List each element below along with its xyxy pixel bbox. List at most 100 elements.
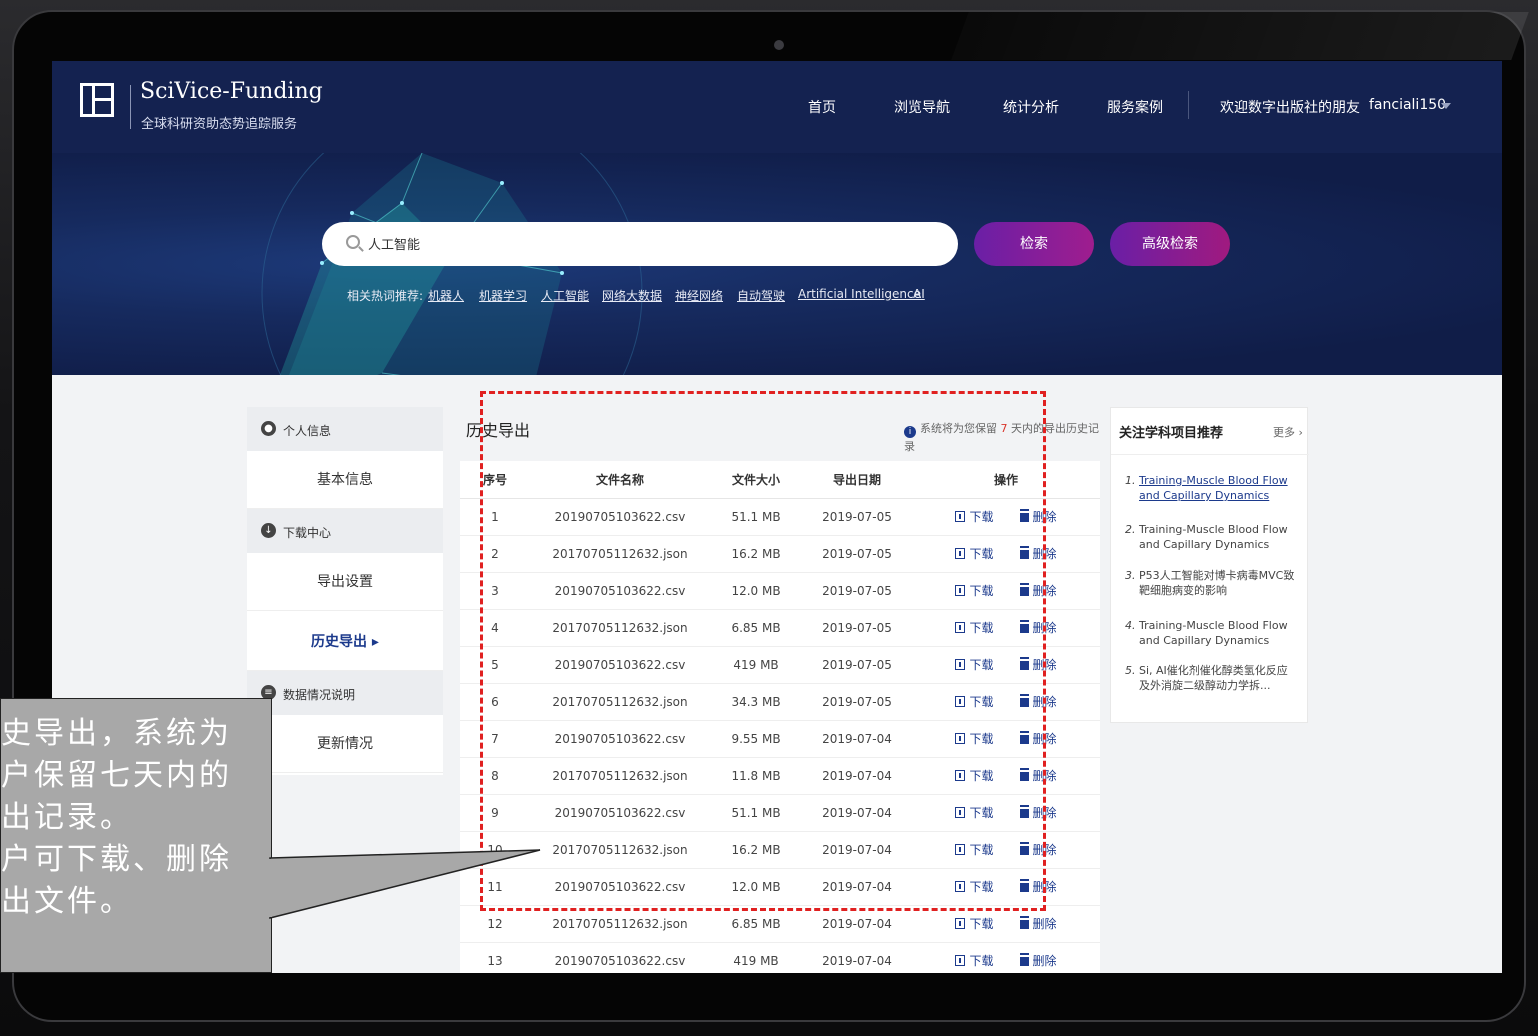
delete-label: 删除 xyxy=(1032,769,1057,783)
file-name: 20170705112632.json xyxy=(530,683,710,721)
delete-button[interactable]: 删除 xyxy=(1019,952,1057,969)
download-label: 下载 xyxy=(969,658,994,672)
delete-button[interactable]: 删除 xyxy=(1019,767,1057,784)
download-label: 下载 xyxy=(969,621,994,635)
trash-icon xyxy=(1019,548,1029,559)
nav-statistics[interactable]: 统计分析 xyxy=(1003,97,1059,117)
nav-home[interactable]: 首页 xyxy=(808,97,836,117)
download-icon xyxy=(955,733,966,744)
item-number: 1. xyxy=(1125,474,1136,487)
delete-label: 删除 xyxy=(1032,917,1057,931)
download-label: 下载 xyxy=(969,732,994,746)
column-header: 文件大小 xyxy=(710,461,802,499)
search-query[interactable]: 人工智能 xyxy=(368,234,420,253)
recommendation-item[interactable]: 1. Training-Muscle Blood Flow and Capilla… xyxy=(1125,473,1295,503)
hot-term-link[interactable]: 自动驾驶 xyxy=(737,287,785,304)
file-size: 51.1 MB xyxy=(710,498,802,536)
delete-button[interactable]: 删除 xyxy=(1019,582,1057,599)
download-button[interactable]: 下载 xyxy=(955,656,994,673)
export-date: 2019-07-04 xyxy=(802,942,912,973)
column-header: 文件名称 xyxy=(530,461,710,499)
callout-line: 户可下载、删除 xyxy=(1,842,232,877)
download-button[interactable]: 下载 xyxy=(955,693,994,710)
item-title: P53人工智能对博卡病毒MVC致靶细胞病变的影响 xyxy=(1139,569,1295,597)
sidebar-item-updates[interactable]: 更新情况 xyxy=(247,715,443,773)
delete-button[interactable]: 删除 xyxy=(1019,693,1057,710)
hot-term-link[interactable]: 人工智能 xyxy=(541,287,589,304)
row-actions: 下载 删除 xyxy=(912,572,1100,610)
delete-button[interactable]: 删除 xyxy=(1019,730,1057,747)
user-menu[interactable]: fanciali150 xyxy=(1369,97,1446,113)
callout-line: 出文件。 xyxy=(1,884,133,919)
download-button[interactable]: 下载 xyxy=(955,767,994,784)
file-name: 20190705103622.csv xyxy=(530,720,710,758)
delete-button[interactable]: 删除 xyxy=(1019,804,1057,821)
column-header: 导出日期 xyxy=(802,461,912,499)
row-actions: 下载 删除 xyxy=(912,646,1100,684)
hot-term-link[interactable]: Artificial Intelligence xyxy=(798,287,921,301)
advanced-search-button[interactable]: 高级检索 xyxy=(1110,222,1230,266)
download-label: 下载 xyxy=(969,584,994,598)
download-button[interactable]: 下载 xyxy=(955,841,994,858)
delete-button[interactable]: 删除 xyxy=(1019,878,1057,895)
sidebar-section-download: ↓ 下载中心 xyxy=(247,509,443,553)
nav-browse[interactable]: 浏览导航 xyxy=(894,97,950,117)
table-row: 7 20190705103622.csv 9.55 MB 2019-07-04 下载 删除 xyxy=(460,720,1100,758)
sidebar-item-export-history[interactable]: 历史导出 ▸ xyxy=(247,613,443,671)
row-actions: 下载 删除 xyxy=(912,720,1100,758)
user-icon: ● xyxy=(261,421,276,436)
row-number: 8 xyxy=(460,757,530,795)
delete-button[interactable]: 删除 xyxy=(1019,619,1057,636)
sidebar-item-export-settings[interactable]: 导出设置 xyxy=(247,553,443,611)
download-label: 下载 xyxy=(969,510,994,524)
delete-button[interactable]: 删除 xyxy=(1019,656,1057,673)
webcam-icon xyxy=(774,40,784,50)
recommendation-item[interactable]: 4. Training-Muscle Blood Flow and Capilla… xyxy=(1125,618,1295,648)
export-date: 2019-07-04 xyxy=(802,868,912,906)
nav-cases[interactable]: 服务案例 xyxy=(1107,97,1163,117)
hot-term-link[interactable]: 机器人 xyxy=(428,287,464,304)
page-title: 历史导出 xyxy=(466,421,531,440)
chevron-right-icon: › xyxy=(1295,426,1303,439)
hot-term-link[interactable]: 神经网络 xyxy=(675,287,723,304)
download-button[interactable]: 下载 xyxy=(955,508,994,525)
logo-icon[interactable] xyxy=(80,83,114,117)
delete-button[interactable]: 删除 xyxy=(1019,915,1057,932)
recommendation-item[interactable]: 5. Si, AI催化剂催化醇类氢化反应及外消旋二级醇动力学拆... xyxy=(1125,663,1295,693)
table-row: 1 20190705103622.csv 51.1 MB 2019-07-05 下载 删除 xyxy=(460,498,1100,536)
search-button[interactable]: 检索 xyxy=(974,222,1094,266)
recommendation-item[interactable]: 3. P53人工智能对博卡病毒MVC致靶细胞病变的影响 xyxy=(1125,568,1295,598)
item-number: 4. xyxy=(1125,619,1136,632)
download-button[interactable]: 下载 xyxy=(955,545,994,562)
welcome-text: 欢迎数字出版社的朋友 xyxy=(1220,100,1360,116)
logo-divider xyxy=(130,85,131,129)
file-name: 20170705112632.json xyxy=(530,831,710,869)
chevron-down-icon[interactable] xyxy=(1441,103,1451,109)
more-link[interactable]: 更多 › xyxy=(1273,424,1303,440)
row-actions: 下载 删除 xyxy=(912,905,1100,943)
download-button[interactable]: 下载 xyxy=(955,730,994,747)
delete-label: 删除 xyxy=(1032,732,1057,746)
sidebar-item-basic-info[interactable]: 基本信息 xyxy=(247,451,443,509)
brand-name[interactable]: SciVice-Funding xyxy=(140,79,323,104)
download-button[interactable]: 下载 xyxy=(955,804,994,821)
table-body: 1 20190705103622.csv 51.1 MB 2019-07-05 下载 删除… xyxy=(460,498,1100,973)
recommendation-item[interactable]: 2. Training-Muscle Blood Flow and Capilla… xyxy=(1125,522,1295,552)
delete-button[interactable]: 删除 xyxy=(1019,841,1057,858)
table-row: 12 20170705112632.json 6.85 MB 2019-07-04 下载… xyxy=(460,905,1100,943)
download-button[interactable]: 下载 xyxy=(955,878,994,895)
download-button[interactable]: 下载 xyxy=(955,952,994,969)
download-button[interactable]: 下载 xyxy=(955,915,994,932)
item-number: 2. xyxy=(1125,523,1136,536)
file-name: 20170705112632.json xyxy=(530,757,710,795)
hot-term-link[interactable]: 机器学习 xyxy=(479,287,527,304)
delete-button[interactable]: 删除 xyxy=(1019,545,1057,562)
download-icon xyxy=(955,585,966,596)
export-date: 2019-07-04 xyxy=(802,905,912,943)
hot-term-link[interactable]: AI xyxy=(913,287,925,301)
download-icon xyxy=(955,511,966,522)
delete-button[interactable]: 删除 xyxy=(1019,508,1057,525)
hot-term-link[interactable]: 网络大数据 xyxy=(602,287,662,304)
download-button[interactable]: 下载 xyxy=(955,582,994,599)
download-button[interactable]: 下载 xyxy=(955,619,994,636)
